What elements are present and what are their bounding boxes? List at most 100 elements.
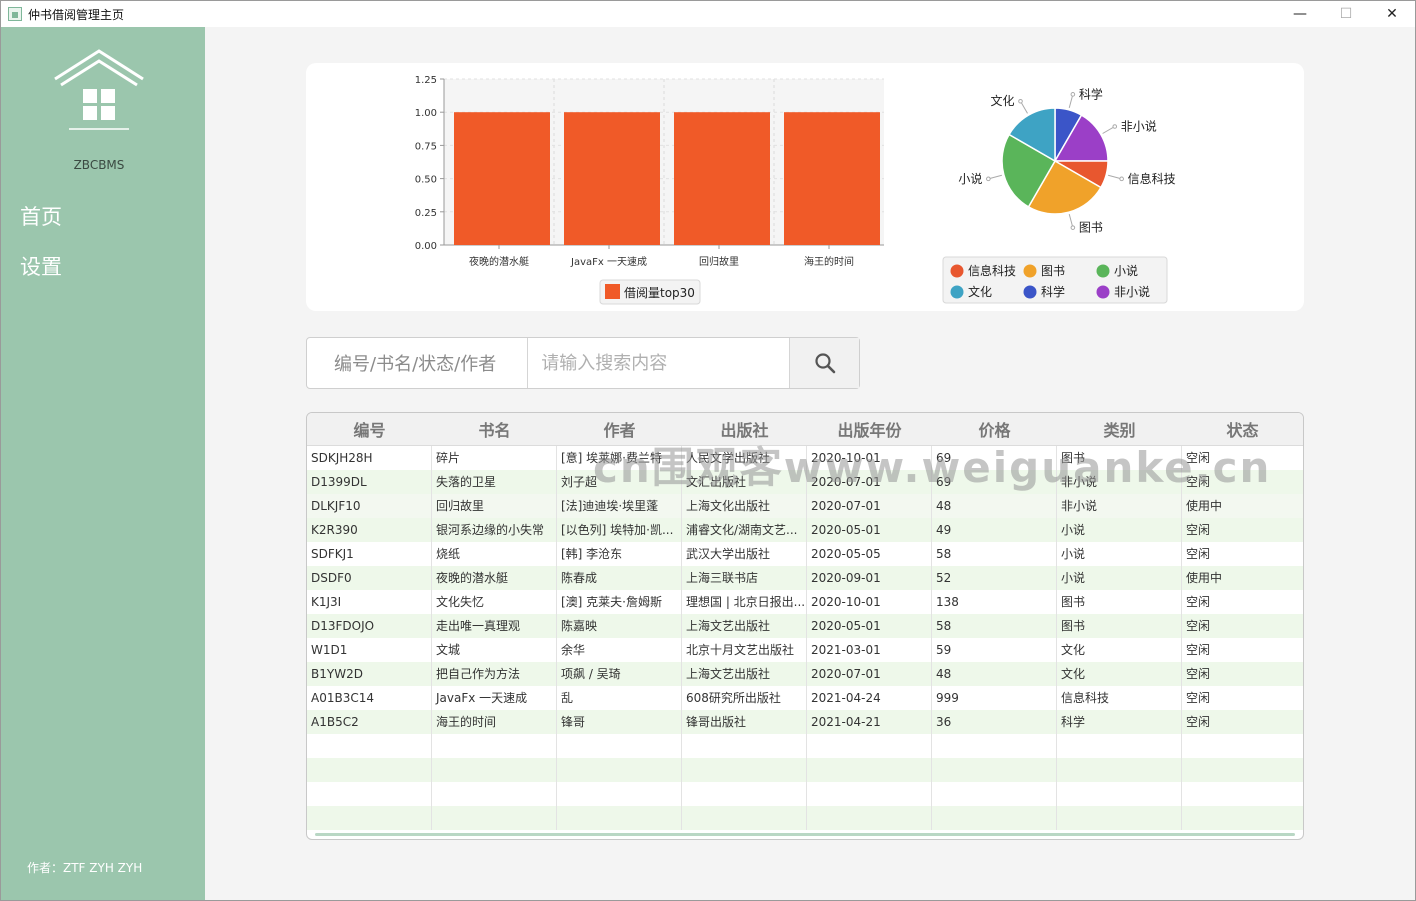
table-row[interactable]: W1D1 文城 余华 北京十月文艺出版社 2021-03-01 59 文化 空闲 [307,638,1303,662]
table-cell: 69 [932,470,1057,494]
table-body: SDKJH28H 碎片 [意] 埃莱娜·费兰特 人民文学出版社 2020-10-01 69… [307,446,1303,830]
table-cell: SDKJH28H [307,446,432,470]
table-cell: 608研究所出版社 [682,686,807,710]
table-cell: [澳] 克莱夫·詹姆斯 [557,590,682,614]
table-cell: 空闲 [1186,475,1211,489]
table-row[interactable]: K1J3I 文化失忆 [澳] 克莱夫·詹姆斯 理想国 | 北京日报出... 2020-1… [307,590,1303,614]
empty-table-row[interactable] [307,782,1303,806]
table-cell [807,734,932,758]
search-button[interactable] [789,338,859,388]
column-header[interactable]: 状态 [1182,413,1303,445]
table-row[interactable]: SDFKJ1 烧纸 [韩] 李沧东 武汉大学出版社 2020-05-05 58 小说 空闲 [307,542,1303,566]
x-tick-label: 夜晚的潜水艇 [469,255,529,268]
pie-label-dot [1112,124,1118,129]
maximize-button[interactable]: ☐ [1323,1,1369,27]
table-cell: 锋哥 [557,710,682,734]
table-cell: 空闲 [1186,619,1211,633]
pie-legend-label: 小说 [1114,263,1138,278]
pie-legend-swatch [950,285,964,299]
table-row[interactable]: DSDF0 夜晚的潜水艇 陈春成 上海三联书店 2020-09-01 52 小说 使用中 [307,566,1303,590]
y-tick-label: 0.25 [415,208,437,219]
table-cell: [韩] 李沧东 [557,542,682,566]
table-cell: D13FDOJO [307,614,432,638]
pie-legend-swatch [1096,264,1110,278]
bar-chart: 0.00 0.25 0.50 0.75 1.00 1.25 夜晚的潜水艇 JavaFx 一天速… [415,75,884,305]
search-input[interactable] [528,338,790,388]
table-row[interactable]: DLKJF10 回归故里 [法]迪迪埃·埃里蓬 上海文化出版社 2020-07-01 48… [307,494,1303,518]
pie-label: 文化 [990,93,1014,108]
table-cell [682,758,807,782]
app-window: 仲书借阅管理主页 — ☐ ✕ ZBCBMS 首页 设置 作者：ZTF ZYH Z… [0,0,1416,901]
table-row[interactable]: D13FDOJO 走出唯一真理观 陈嘉映 上海文艺出版社 2020-05-01 58 图书空… [307,614,1303,638]
table-cell [932,758,1057,782]
table-cell: 2020-07-01 [807,494,932,518]
table-cell: JavaFx 一天速成 [432,686,557,710]
table-cell [557,782,682,806]
table-cell: 人民文学出版社 [682,446,807,470]
table-cell: DSDF0 [307,566,432,590]
minimize-button[interactable]: — [1277,1,1323,27]
pie-legend-label: 图书 [1041,264,1065,278]
empty-table-row[interactable] [307,806,1303,830]
table-cell: DLKJF10 [307,494,432,518]
horizontal-scrollbar[interactable] [315,833,1295,836]
table-cell: 2020-07-01 [807,662,932,686]
table-cell: 锋哥出版社 [682,710,807,734]
table-cell: SDFKJ1 [307,542,432,566]
column-header[interactable]: 出版社 [682,413,807,445]
table-cell [557,806,682,830]
x-tick-label: JavaFx 一天速成 [570,256,647,268]
chart-card: 0.00 0.25 0.50 0.75 1.00 1.25 夜晚的潜水艇 JavaFx 一天速… [306,63,1304,311]
table-row[interactable]: B1YW2D 把自己作为方法 项飙 / 吴琦 上海文艺出版社 2020-07-01 48 文… [307,662,1303,686]
nav-home[interactable]: 首页 [20,201,62,231]
table-cell: 图书 [1057,614,1182,638]
pie-legend-label: 科学 [1041,284,1065,299]
table-cell: 回归故里 [432,494,557,518]
table-cell: 图书 [1057,446,1182,470]
pie-legend-swatch [1096,285,1110,299]
table-cell: 58 [932,614,1057,638]
table-cell: 武汉大学出版社 [682,542,807,566]
empty-table-row[interactable] [307,734,1303,758]
empty-table-row[interactable] [307,758,1303,782]
table-row[interactable]: D1399DL 失落的卫星 刘子超 文汇出版社 2020-07-01 69 非小说 空闲 [307,470,1303,494]
table-cell: A1B5C2 [307,710,432,734]
pie-label: 科学 [1079,86,1103,101]
table-row[interactable]: A1B5C2 海王的时间 锋哥 锋哥出版社 2021-04-21 36 科学 空闲 [307,710,1303,734]
column-header[interactable]: 作者 [557,413,682,445]
table-cell: 理想国 | 北京日报出... [682,590,807,614]
table-row[interactable]: SDKJH28H 碎片 [意] 埃莱娜·费兰特 人民文学出版社 2020-10-01 69… [307,446,1303,470]
column-header[interactable]: 出版年份 [807,413,932,445]
table-cell: 夜晚的潜水艇 [432,566,557,590]
table-cell: 图书 [1057,590,1182,614]
house-logo-icon [54,49,144,130]
nav-settings[interactable]: 设置 [20,251,62,281]
table-cell: [意] 埃莱娜·费兰特 [557,446,682,470]
table-cell: K2R390 [307,518,432,542]
column-header[interactable]: 书名 [432,413,557,445]
table-cell: 空闲 [1186,547,1211,561]
table-cell: 2020-05-01 [807,518,932,542]
table-cell: 项飙 / 吴琦 [557,662,682,686]
table-cell [1182,782,1303,806]
bar [564,112,660,245]
brand-name: ZBCBMS [73,158,125,172]
table-cell [807,782,932,806]
table-row[interactable]: K2R390 银河系边缘的小失常 [以色列] 埃特加·凯... 浦睿文化/湖南文艺..… [307,518,1303,542]
table-cell: 49 [932,518,1057,542]
column-header[interactable]: 编号 [307,413,432,445]
column-header[interactable]: 价格 [932,413,1057,445]
table-cell: 2020-10-01 [807,590,932,614]
legend-swatch [605,284,620,299]
table-cell: 48 [932,494,1057,518]
table-cell: 科学 [1057,710,1182,734]
column-header[interactable]: 类别 [1057,413,1182,445]
y-tick-label: 0.50 [415,175,437,186]
table-cell: 北京十月文艺出版社 [682,638,807,662]
close-button[interactable]: ✕ [1369,1,1415,27]
table-cell: 2020-05-01 [807,614,932,638]
title-bar[interactable]: 仲书借阅管理主页 — ☐ ✕ [1,1,1415,27]
table-row[interactable]: A01B3C14 JavaFx 一天速成乱 608研究所出版社 2021-04-24 9… [307,686,1303,710]
table-cell: D1399DL [307,470,432,494]
search-field-selector[interactable]: 编号/书名/状态/作者 [307,338,529,388]
